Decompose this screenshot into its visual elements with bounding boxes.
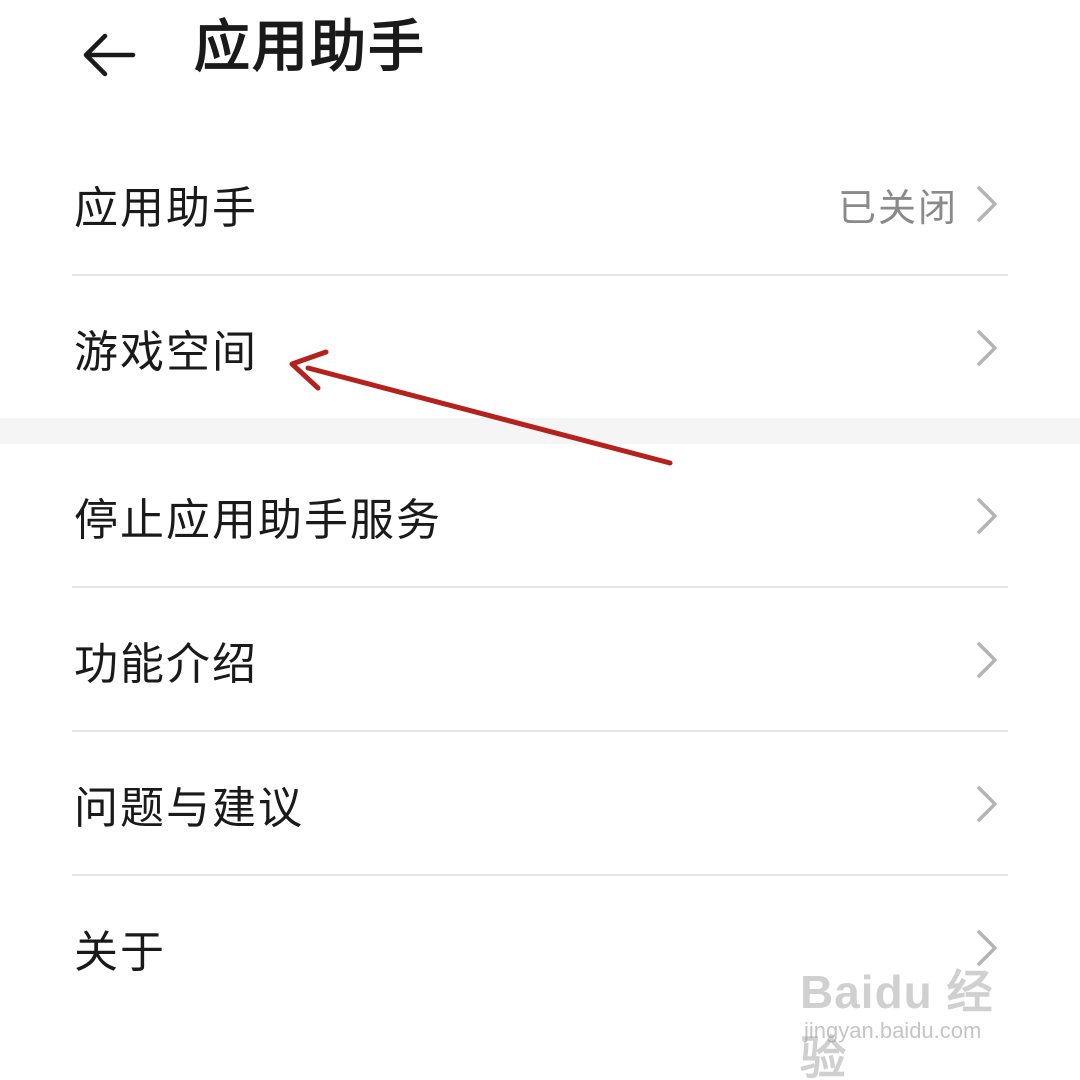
list-item-stop-service[interactable]: 停止应用助手服务: [0, 444, 1080, 588]
chevron-right-icon: [972, 927, 1002, 969]
chevron-right-icon: [972, 495, 1002, 537]
chevron-right-icon: [972, 639, 1002, 681]
watermark-url: jingyan.baidu.com: [804, 1018, 982, 1043]
list-item-app-assistant[interactable]: 应用助手 已关闭: [0, 132, 1080, 276]
list-item-feedback[interactable]: 问题与建议: [0, 732, 1080, 876]
settings-group-2: 停止应用助手服务 功能介绍 问题与建议 关于: [0, 444, 1080, 1020]
settings-screen: 应用助手 应用助手 已关闭 游戏空间 停止应用助手服务 功能介绍 问题与建议 关…: [0, 0, 1080, 1080]
back-button[interactable]: [64, 10, 154, 100]
page-title: 应用助手: [194, 15, 426, 80]
list-item-label: 应用助手: [74, 183, 258, 234]
chevron-right-icon: [972, 783, 1002, 825]
list-item-label: 停止应用助手服务: [74, 495, 442, 546]
chevron-right-icon: [972, 327, 1002, 369]
list-item-label: 问题与建议: [74, 783, 304, 834]
list-item-label: 功能介绍: [74, 639, 258, 690]
app-bar: 应用助手: [0, 0, 1080, 110]
list-item-label: 关于: [74, 927, 166, 978]
section-separator: [0, 418, 1080, 444]
list-item-feature-intro[interactable]: 功能介绍: [0, 588, 1080, 732]
list-item-game-space[interactable]: 游戏空间: [0, 276, 1080, 420]
list-item-about[interactable]: 关于: [0, 876, 1080, 1020]
settings-group-1: 应用助手 已关闭 游戏空间: [0, 132, 1080, 420]
chevron-right-icon: [972, 183, 1002, 225]
status-value: 已关闭: [837, 185, 958, 230]
arrow-left-icon: [83, 33, 136, 77]
list-item-label: 游戏空间: [74, 327, 258, 378]
